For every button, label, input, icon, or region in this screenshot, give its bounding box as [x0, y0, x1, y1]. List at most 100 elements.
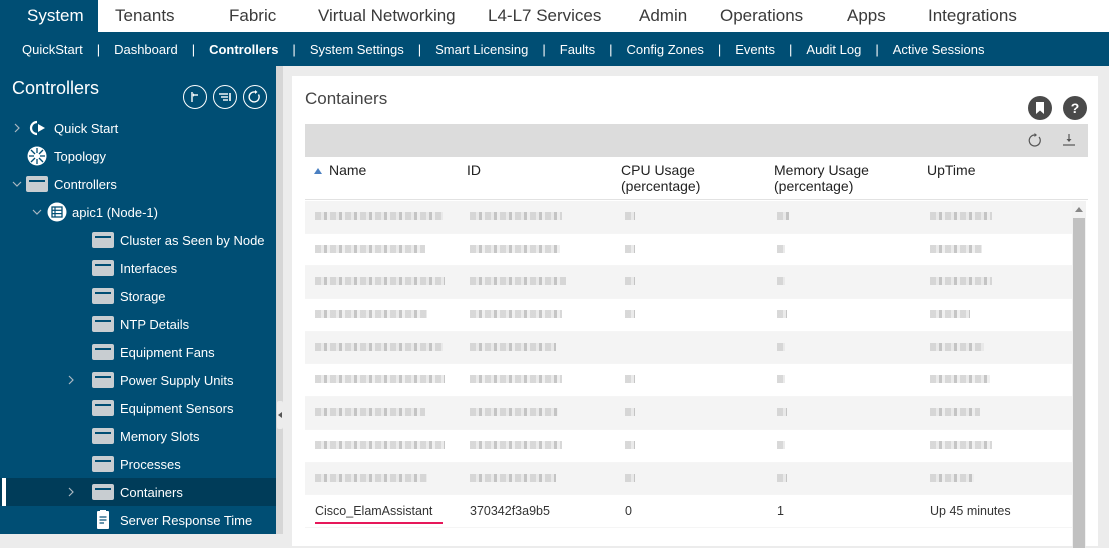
- obscured-cell: [470, 375, 562, 384]
- obscured-cell: [315, 342, 443, 351]
- subnav-audit-log[interactable]: Audit Log: [806, 42, 861, 57]
- obscured-cell: [315, 440, 445, 449]
- table-row-obscured[interactable]: [305, 266, 1075, 300]
- tree-item-power-supply-units[interactable]: Power Supply Units: [0, 366, 276, 394]
- tree-item-controllers[interactable]: Controllers: [0, 170, 276, 198]
- obscured-cell: [625, 375, 635, 384]
- containers-panel: Containers ? Name ID CPU Usage (percentage)…: [292, 76, 1098, 548]
- subnav-dashboard[interactable]: Dashboard: [114, 42, 178, 57]
- collapse-sidebar-handle[interactable]: [277, 401, 283, 429]
- tree-item-storage[interactable]: Storage: [0, 282, 276, 310]
- chevron-right-icon[interactable]: [12, 123, 22, 133]
- tree-item-memory-slots[interactable]: Memory Slots: [0, 422, 276, 450]
- obscured-cell: [470, 440, 562, 449]
- table-row-obscured[interactable]: [305, 429, 1075, 463]
- download-icon[interactable]: [1061, 132, 1077, 148]
- tree-item-label: Power Supply Units: [120, 372, 234, 388]
- column-header-text: UpTime: [927, 162, 976, 178]
- folder-icon: [26, 175, 48, 193]
- column-header-text: (percentage): [774, 178, 854, 194]
- table-row-obscured[interactable]: [305, 233, 1075, 267]
- quickstart-icon: [26, 119, 48, 137]
- cell-name: Cisco_ElamAssistant: [315, 504, 433, 519]
- obscured-cell: [777, 440, 785, 449]
- table-row-obscured[interactable]: [305, 331, 1075, 365]
- tab-tenants[interactable]: Tenants: [98, 0, 212, 32]
- tree-item-containers[interactable]: Containers: [0, 478, 276, 506]
- tree-item-ntp-details[interactable]: NTP Details: [0, 310, 276, 338]
- column-header-cpu-usage[interactable]: CPU Usage (percentage): [621, 162, 700, 194]
- chevron-right-icon[interactable]: [66, 487, 76, 497]
- tab-admin[interactable]: Admin: [623, 0, 704, 32]
- folder-icon: [92, 399, 114, 417]
- table-row-obscured[interactable]: [305, 397, 1075, 430]
- folder-icon: [92, 259, 114, 277]
- tree-item-equipment-fans[interactable]: Equipment Fans: [0, 338, 276, 366]
- bookmark-button[interactable]: [1028, 96, 1052, 120]
- help-button[interactable]: ?: [1063, 96, 1087, 120]
- column-header-id[interactable]: ID: [467, 162, 481, 178]
- tree-item-label: Topology: [54, 148, 107, 164]
- scrollbar-thumb[interactable]: [1073, 218, 1085, 548]
- tab-l4-l7-services[interactable]: L4-L7 Services: [471, 0, 623, 32]
- table-scrollbar[interactable]: [1072, 201, 1086, 548]
- subnav-events[interactable]: Events: [735, 42, 775, 57]
- obscured-cell: [930, 310, 970, 319]
- obscured-cell: [777, 310, 787, 319]
- column-header-text: Memory Usage: [774, 162, 869, 178]
- tree-item-server-response-time[interactable]: Server Response Time: [0, 506, 276, 534]
- subnav-smart-licensing[interactable]: Smart Licensing: [435, 42, 528, 57]
- tree-item-apic1-node-1[interactable]: apic1 (Node-1): [0, 198, 276, 226]
- sort-ascending-icon[interactable]: [314, 168, 322, 174]
- scroll-up-icon[interactable]: [1075, 207, 1083, 212]
- tree-item-topology[interactable]: Topology: [0, 142, 276, 170]
- table-row-obscured[interactable]: [305, 201, 1075, 234]
- tab-integrations[interactable]: Integrations: [910, 0, 1028, 32]
- table-row-obscured[interactable]: [305, 364, 1075, 398]
- tree-item-quick-start[interactable]: Quick Start: [0, 114, 276, 142]
- subnav-config-zones[interactable]: Config Zones: [627, 42, 704, 57]
- navigation-tree: Quick Start Topology Controllers apic1 (Nod…: [0, 114, 276, 534]
- filter-list-button[interactable]: [213, 85, 237, 109]
- column-header-memory-usage[interactable]: Memory Usage (percentage): [774, 162, 869, 194]
- nav-separator: |: [96, 41, 101, 57]
- tab-operations[interactable]: Operations: [704, 0, 828, 32]
- folder-icon: [92, 343, 114, 361]
- tree-item-label: apic1 (Node-1): [72, 204, 158, 220]
- column-header-name[interactable]: Name: [329, 162, 366, 178]
- tree-item-processes[interactable]: Processes: [0, 450, 276, 478]
- topology-icon: [26, 146, 48, 166]
- subnav-quickstart[interactable]: QuickStart: [22, 42, 83, 57]
- table-row[interactable]: Cisco_ElamAssistant 370342f3a9b5 0 1 Up 45 m…: [305, 495, 1075, 528]
- refresh-icon[interactable]: [1027, 132, 1043, 148]
- sidebar-refresh-button[interactable]: [243, 85, 267, 109]
- tree-item-label: Cluster as Seen by Node: [120, 232, 265, 248]
- chevron-right-icon[interactable]: [66, 375, 76, 385]
- collapse-button[interactable]: [183, 85, 207, 109]
- table-row-obscured[interactable]: [305, 299, 1075, 332]
- tree-item-label: Controllers: [54, 176, 117, 192]
- tab-fabric[interactable]: Fabric: [212, 0, 301, 32]
- subnav-faults[interactable]: Faults: [560, 42, 595, 57]
- tab-system[interactable]: System: [0, 0, 98, 32]
- subnav-controllers[interactable]: Controllers: [209, 42, 278, 57]
- tree-item-equipment-sensors[interactable]: Equipment Sensors: [0, 394, 276, 422]
- chevron-down-icon[interactable]: [32, 207, 42, 217]
- tree-item-label: Quick Start: [54, 120, 119, 136]
- tree-item-label: Storage: [120, 288, 166, 304]
- obscured-cell: [930, 408, 980, 417]
- nav-separator: |: [292, 41, 296, 57]
- tree-item-cluster-as-seen-by-node[interactable]: Cluster as Seen by Node: [0, 226, 276, 254]
- obscured-cell: [625, 473, 635, 482]
- folder-icon: [92, 483, 114, 501]
- tree-item-interfaces[interactable]: Interfaces: [0, 254, 276, 282]
- chevron-down-icon[interactable]: [12, 179, 22, 189]
- column-header-uptime[interactable]: UpTime: [927, 162, 976, 178]
- subnav-active-sessions[interactable]: Active Sessions: [893, 42, 985, 57]
- sidebar-splitter[interactable]: [276, 66, 283, 534]
- subnav-system-settings[interactable]: System Settings: [310, 42, 404, 57]
- obscured-cell: [625, 440, 635, 449]
- table-row-obscured[interactable]: [305, 462, 1075, 496]
- tab-virtual-networking[interactable]: Virtual Networking: [301, 0, 471, 32]
- tab-apps[interactable]: Apps: [828, 0, 910, 32]
